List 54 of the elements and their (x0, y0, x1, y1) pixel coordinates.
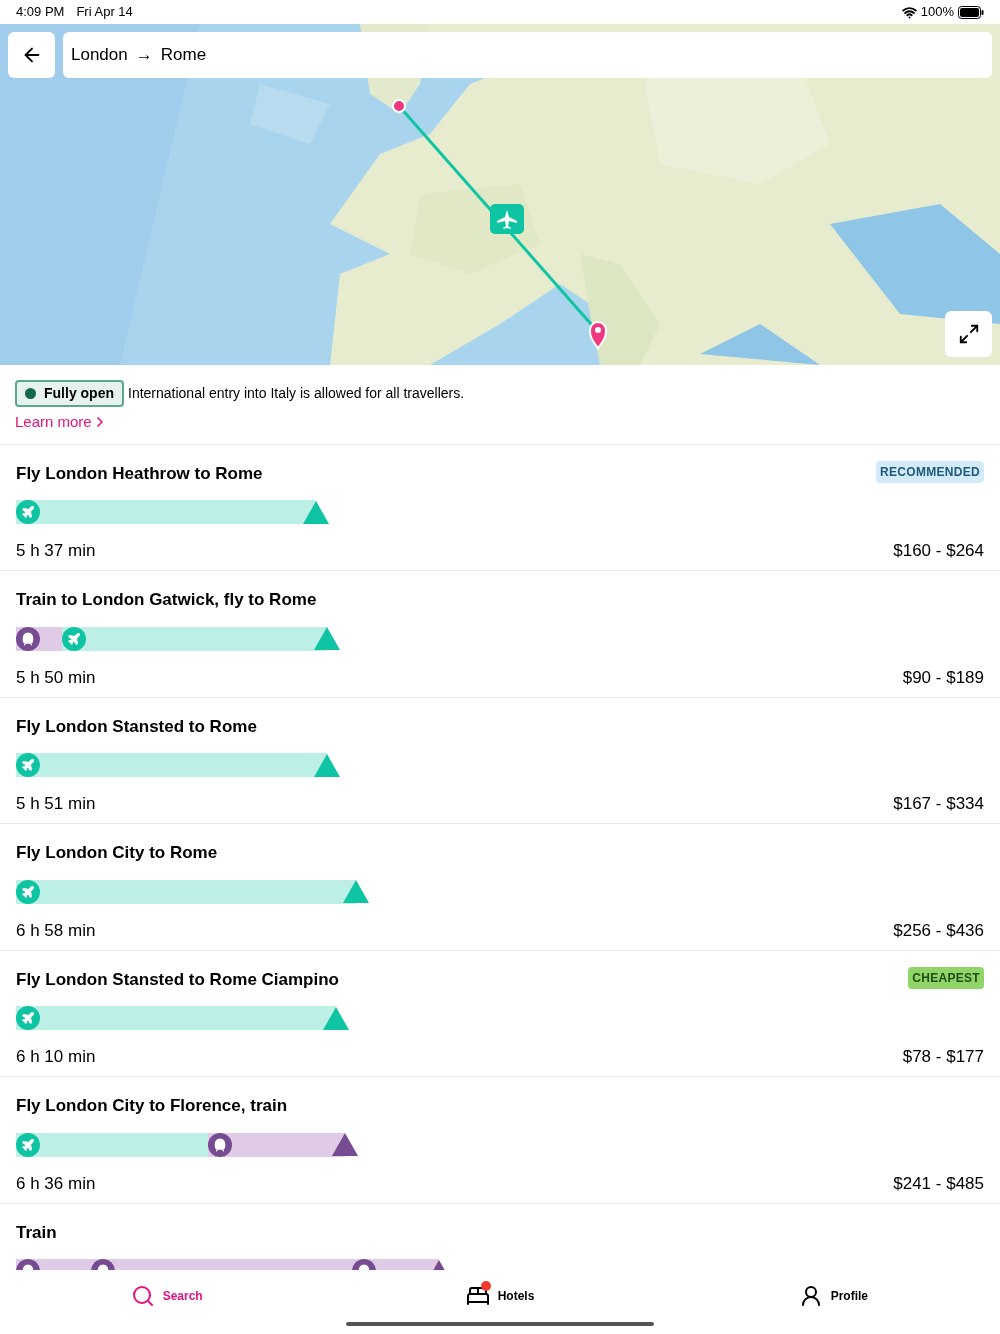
route-title: Fly London City to Rome (16, 842, 218, 864)
route-duration: 6 h 10 min (16, 1046, 96, 1068)
route-title: Fly London Heathrow to Rome (16, 462, 263, 485)
tab-button[interactable]: Hotels (465, 1284, 535, 1308)
route-title: Fly London Stansted to Rome (16, 715, 257, 738)
back-button[interactable] (8, 32, 55, 78)
destination-marker-icon (323, 1006, 349, 1030)
train-icon (16, 626, 40, 651)
battery-percent: 100% (920, 3, 954, 22)
route-search-field[interactable]: London → Rome (63, 32, 992, 78)
entry-notice: International entry into Italy is allowed for all travellers. (128, 384, 465, 403)
route-option[interactable]: Train to London Gatwick, fly to Rome 5 h 50 min $90 - $189 (0, 571, 1000, 698)
plane-icon (16, 879, 40, 904)
route-option[interactable]: Fly London Heathrow to Rome RECOMMENDED 5 h 37 min $160 - $264 (0, 444, 1000, 571)
route-tag: CHEAPEST (908, 966, 984, 989)
route-price: $160 - $264 (893, 540, 984, 562)
search-tab-icon (130, 1284, 155, 1308)
destination-marker-icon (314, 627, 340, 650)
tab-button[interactable]: Profile (798, 1284, 868, 1308)
status-time: 4:09 PM (16, 3, 65, 22)
route-option[interactable]: Fly London City to Florence, train 6 h 36 min $241 - $485 (0, 1077, 1000, 1204)
learn-more-link[interactable]: Learn more (15, 411, 108, 434)
route-tag: RECOMMENDED (876, 460, 984, 483)
destination-marker-icon (303, 500, 329, 524)
route-option[interactable]: Fly London Stansted to Rome Ciampino CHEAPEST 6 h 10 min $78 - $177 (0, 950, 1000, 1077)
hotels-tab-icon (465, 1284, 490, 1308)
route-price: $241 - $485 (893, 1172, 984, 1195)
expand-map-button[interactable] (945, 311, 992, 357)
route-option[interactable]: Fly London City to Rome 6 h 58 min $256 - $436 (0, 824, 1000, 951)
route-duration: 5 h 37 min (16, 540, 96, 562)
route-price: $90 - $189 (902, 666, 984, 689)
route-price: $167 - $334 (893, 793, 984, 815)
route-duration: 6 h 36 min (16, 1172, 96, 1195)
battery-icon (958, 5, 984, 19)
status-label: Fully open (44, 384, 114, 403)
destination-marker-icon (314, 753, 340, 777)
destination-marker-icon (343, 880, 369, 903)
route-price: $78 - $177 (902, 1046, 984, 1068)
train-icon (208, 1132, 232, 1157)
route-option[interactable]: Fly London Stansted to Rome 5 h 51 min $167 - $334 (0, 697, 1000, 824)
status-date: Fri Apr 14 (76, 3, 133, 22)
destination-marker-icon (332, 1133, 358, 1156)
tab-button[interactable]: Search (130, 1284, 203, 1308)
route-duration: 6 h 58 min (16, 919, 96, 942)
route-title: Train to London Gatwick, fly to Rome (16, 589, 317, 611)
route-title: Fly London Stansted to Rome Ciampino (16, 968, 339, 991)
route-title: Train (16, 1221, 57, 1244)
route-duration: 5 h 50 min (16, 666, 96, 689)
expand-icon (957, 323, 980, 345)
route-price: $256 - $436 (893, 919, 984, 942)
plane-icon (16, 1132, 40, 1157)
wifi-icon (901, 4, 917, 20)
route-duration: 5 h 51 min (16, 793, 96, 815)
route-title: Fly London City to Florence, train (16, 1095, 288, 1117)
